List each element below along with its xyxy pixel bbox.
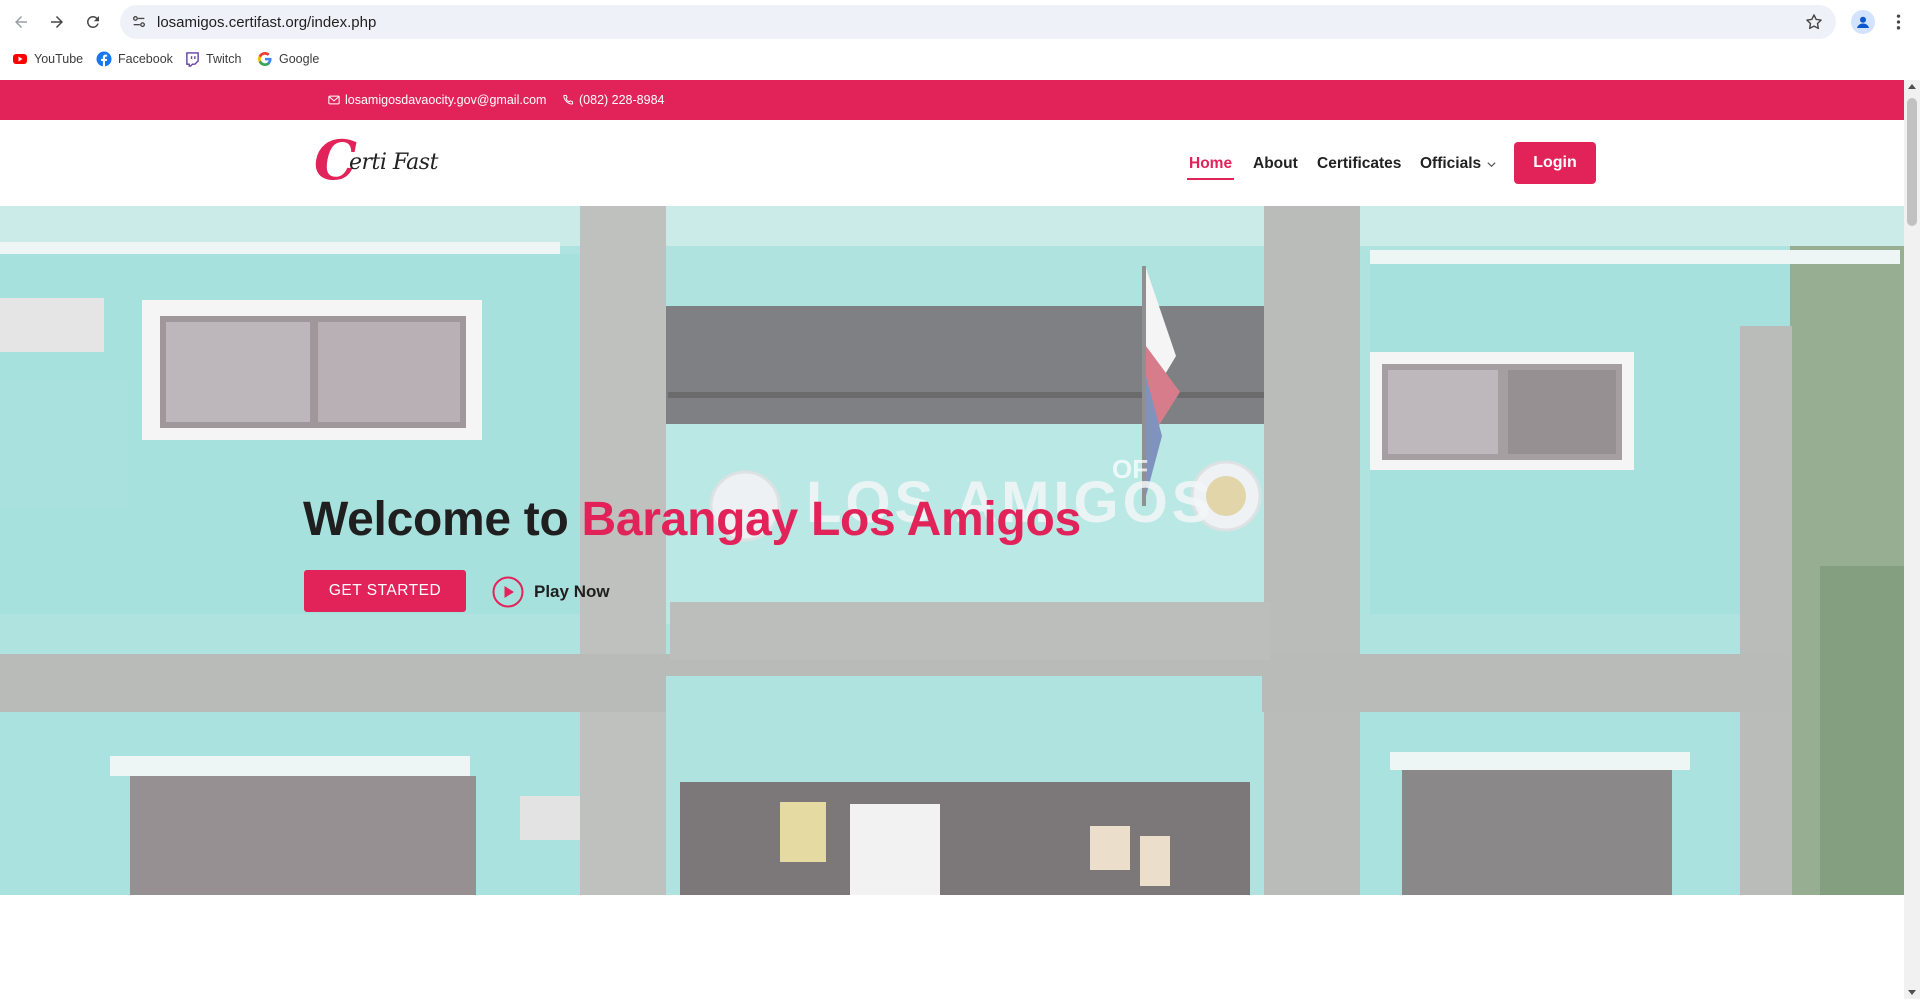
forward-button[interactable] — [45, 10, 69, 34]
site-header: C erti Fast Home About Certificates Offi… — [0, 120, 1904, 206]
browser-chrome: losamigos.certifast.org/index.php YouTub… — [0, 0, 1920, 80]
logo-text: erti Fast — [349, 150, 438, 175]
active-underline — [1187, 178, 1235, 180]
nav-label: About — [1253, 155, 1298, 172]
bookmark-google[interactable]: Google — [257, 49, 319, 69]
email-text: losamigosdavaocity.gov@gmail.com — [345, 93, 547, 107]
certifast-logo[interactable]: C erti Fast — [314, 132, 439, 188]
bookmark-label: Google — [279, 52, 320, 66]
reload-button[interactable] — [81, 10, 105, 34]
building-sign: OF LOS AMIGOS — [806, 454, 1210, 535]
site-info-icon[interactable] — [130, 13, 148, 31]
back-button[interactable] — [9, 10, 33, 34]
browser-menu-icon[interactable] — [1888, 10, 1908, 34]
bookmark-label: Twitch — [206, 52, 242, 66]
nav-certificates[interactable]: Certificates — [1317, 153, 1401, 175]
facebook-icon — [96, 51, 112, 67]
hero-title-plain: Welcome to — [303, 493, 582, 546]
bookmark-youtube[interactable]: YouTube — [12, 49, 83, 69]
page-scrollbar[interactable] — [1904, 80, 1920, 999]
scrollbar-thumb[interactable] — [1907, 98, 1917, 226]
browser-toolbar: losamigos.certifast.org/index.php — [0, 0, 1920, 44]
scroll-up-arrow-icon[interactable] — [1908, 84, 1916, 89]
bookmark-twitch[interactable]: Twitch — [184, 49, 241, 69]
nav-about[interactable]: About — [1253, 153, 1298, 175]
play-circle-icon — [492, 576, 524, 608]
google-icon — [257, 51, 273, 67]
nav-label: Certificates — [1317, 155, 1402, 172]
url-text: losamigos.certifast.org/index.php — [157, 14, 377, 31]
hero-title: Welcome to Barangay Los Amigos — [303, 492, 1081, 547]
twitch-icon — [184, 51, 200, 67]
play-now-button[interactable]: Play Now — [492, 574, 610, 610]
chevron-down-icon — [1486, 158, 1498, 170]
phone-icon — [561, 93, 575, 107]
login-button[interactable]: Login — [1514, 142, 1596, 184]
play-now-label: Play Now — [534, 582, 610, 601]
bookmark-star-icon[interactable] — [1804, 12, 1824, 32]
arrow-right-icon — [51, 16, 63, 28]
profile-avatar-icon[interactable] — [1851, 10, 1875, 34]
hero-title-highlight: Barangay Los Amigos — [581, 493, 1082, 546]
get-started-button[interactable]: GET STARTED — [304, 570, 466, 612]
page-viewport: losamigosdavaocity.gov@gmail.com (082) 2… — [0, 80, 1904, 999]
reload-icon — [86, 15, 99, 28]
address-bar[interactable]: losamigos.certifast.org/index.php — [120, 5, 1836, 39]
bookmark-facebook[interactable]: Facebook — [96, 49, 173, 69]
nav-label: Home — [1189, 155, 1233, 172]
bookmark-label: Facebook — [118, 52, 173, 66]
nav-label: Officials — [1420, 155, 1482, 172]
nav-officials-dropdown[interactable]: Officials — [1420, 153, 1498, 175]
envelope-icon — [327, 93, 341, 107]
phone-text: (082) 228-8984 — [579, 93, 665, 107]
bookmarks-bar: YouTube Facebook Twitch Google — [0, 46, 1920, 72]
hero-section: OF LOS AMIGOS Welcome to Barangay Los Am… — [0, 206, 1904, 895]
youtube-icon — [12, 51, 28, 67]
nav-home[interactable]: Home — [1187, 153, 1235, 180]
arrow-left-icon — [15, 16, 27, 28]
contact-bar: losamigosdavaocity.gov@gmail.com (082) 2… — [0, 80, 1904, 120]
bookmark-label: YouTube — [34, 52, 84, 66]
scroll-down-arrow-icon[interactable] — [1908, 990, 1916, 995]
contact-phone[interactable]: (082) 228-8984 — [561, 92, 664, 108]
contact-email[interactable]: losamigosdavaocity.gov@gmail.com — [327, 92, 546, 108]
